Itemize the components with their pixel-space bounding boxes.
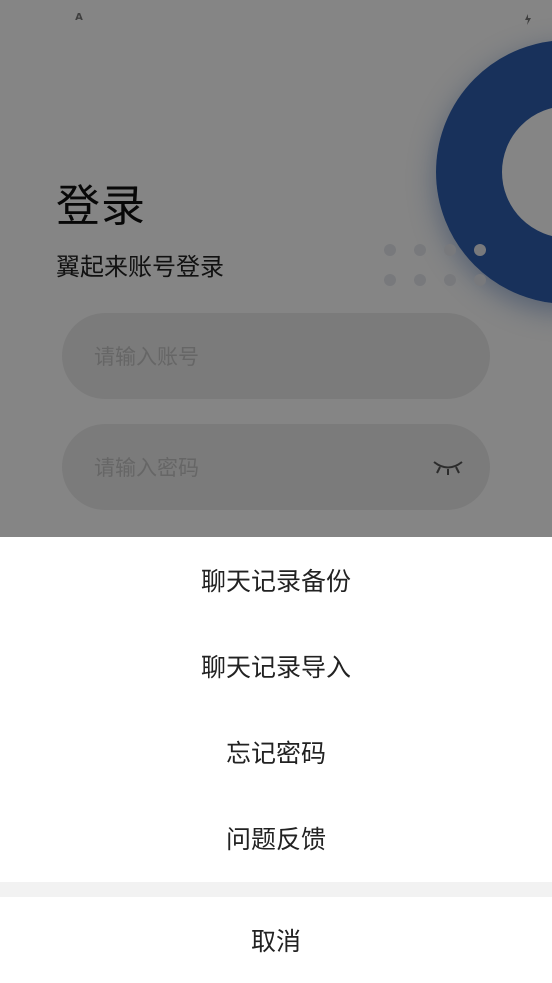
cancel-button[interactable]: 取消 <box>0 897 552 983</box>
backup-chat-history-option[interactable]: 聊天记录备份 <box>0 537 552 623</box>
feedback-option[interactable]: 问题反馈 <box>0 795 552 881</box>
action-sheet: 聊天记录备份 聊天记录导入 忘记密码 问题反馈 取消 <box>0 537 552 983</box>
import-chat-history-option[interactable]: 聊天记录导入 <box>0 623 552 709</box>
sheet-divider <box>0 882 552 897</box>
screen: 5:55 A 登录 翼起来账号登录 请输入账号 请输入密码 聊天记录备份 聊天记… <box>0 0 552 983</box>
forgot-password-option[interactable]: 忘记密码 <box>0 709 552 795</box>
